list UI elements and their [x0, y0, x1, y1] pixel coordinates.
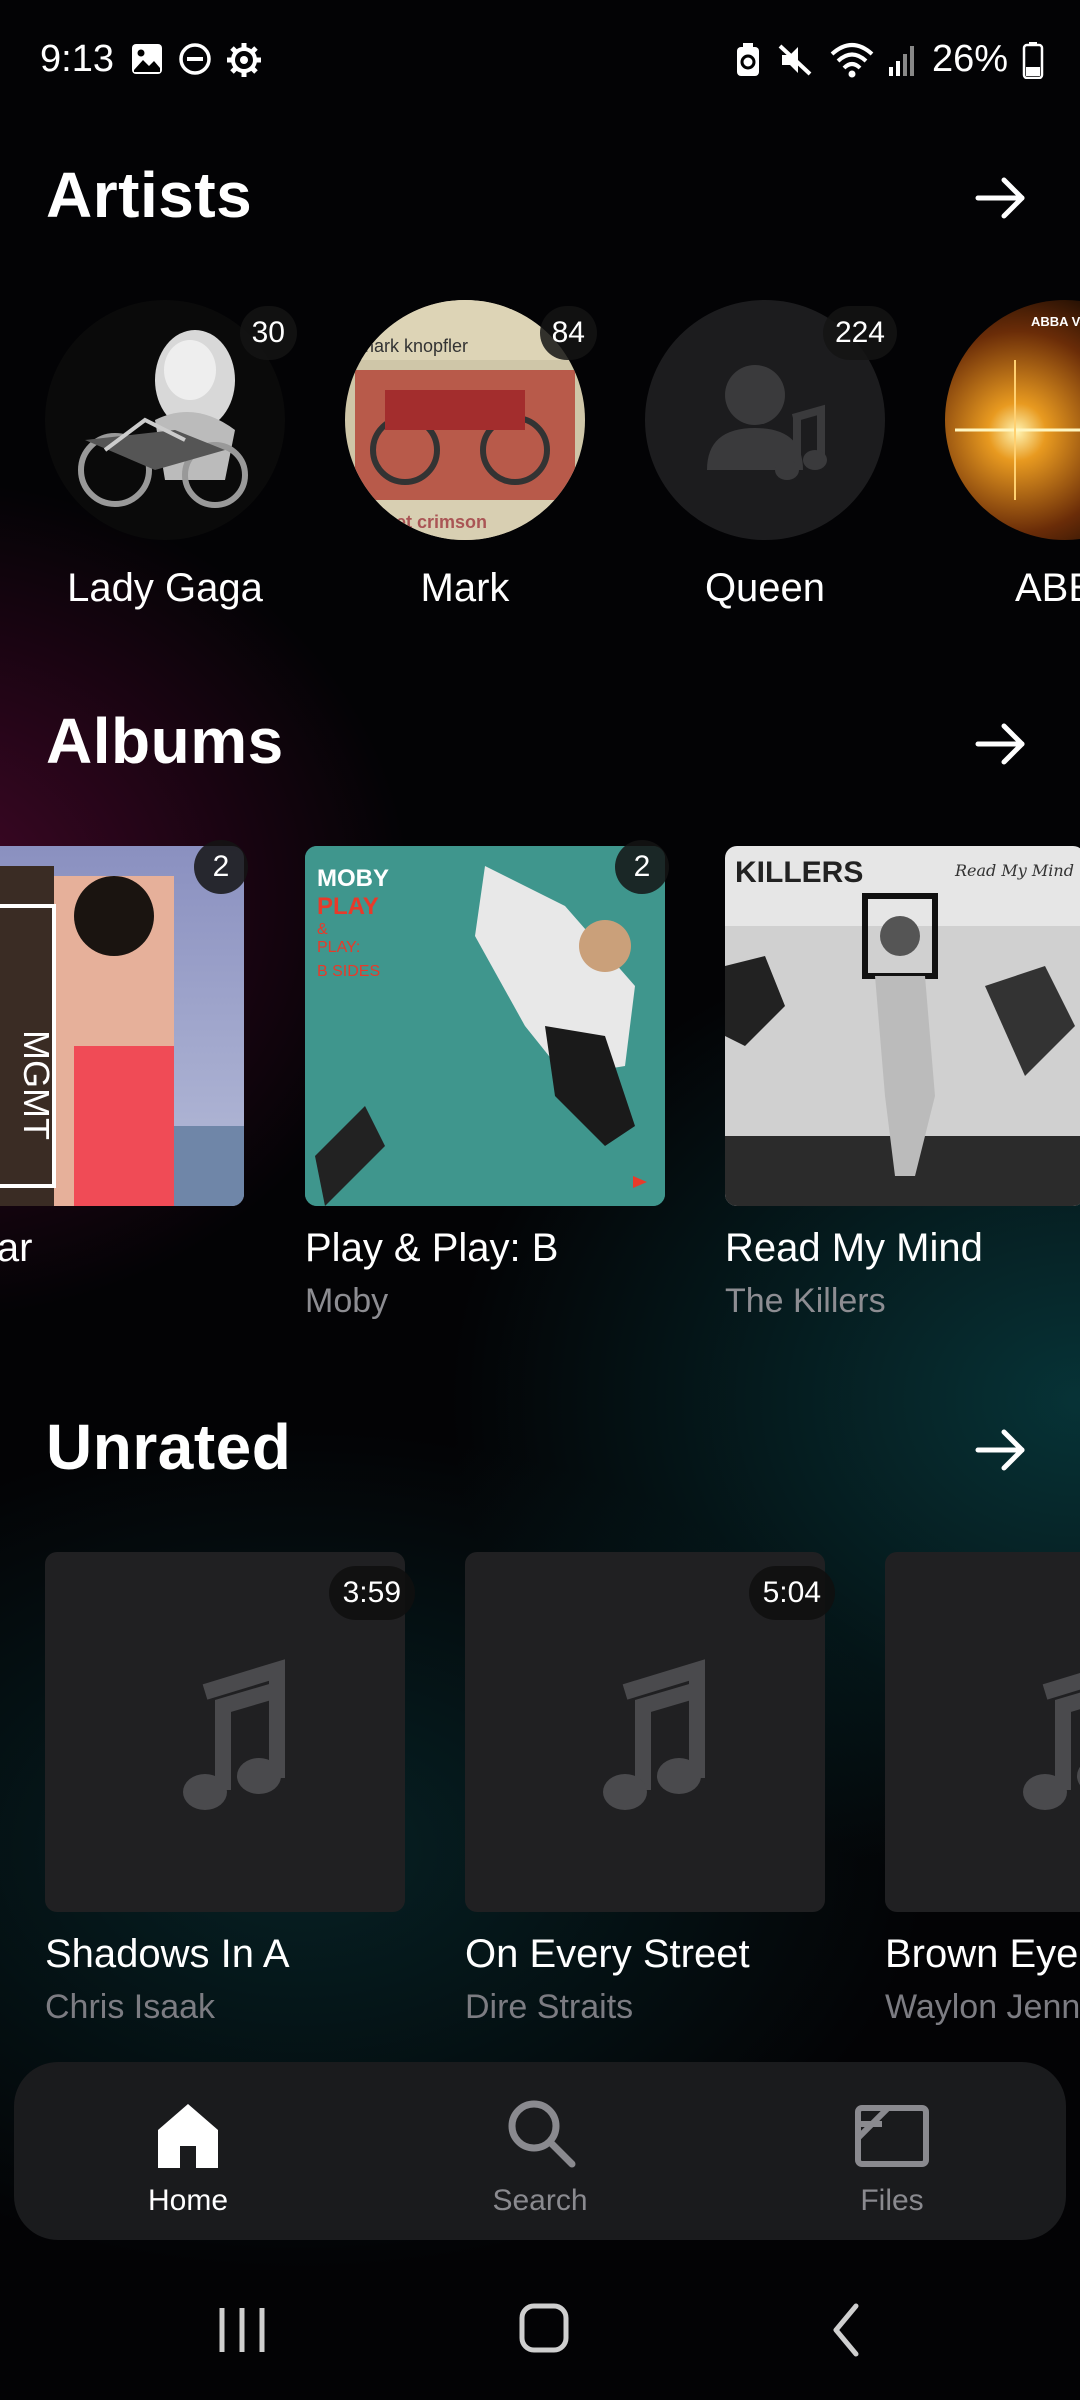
signal-icon — [888, 45, 914, 76]
wifi-icon — [830, 42, 874, 77]
album-count-badge: 2 — [194, 840, 248, 894]
gallery-icon — [132, 44, 162, 74]
artist-avatar-abba: ABBA Voy — [945, 300, 1080, 540]
album-title: Play & Play: B — [305, 1226, 559, 1270]
album-artist: Moby — [305, 1282, 389, 1320]
albums-section-header: Albums — [46, 704, 1034, 784]
artist-count-badge: 224 — [822, 306, 897, 360]
albums-title: Albums — [46, 705, 284, 777]
artists-see-all-arrow-icon[interactable] — [970, 166, 1034, 230]
system-nav-bar — [0, 2260, 1080, 2400]
album-title: Read My Mind — [725, 1226, 983, 1270]
artist-name: Lady Gaga — [67, 566, 263, 610]
album-art-moby: MOBY PLAY & PLAY: B SIDES — [305, 846, 665, 1206]
status-time: 9:13 — [40, 38, 114, 80]
track-artist: Dire Straits — [465, 1988, 634, 2026]
album-artist: The Killers — [725, 1282, 886, 1320]
duration-badge: 5:04 — [748, 1566, 835, 1620]
back-icon[interactable] — [806, 2300, 886, 2360]
unrated-title: Unrated — [46, 1411, 292, 1483]
track-artist: Chris Isaak — [45, 1988, 216, 2026]
status-icons-right: 26% — [734, 38, 1044, 81]
track-artist: Waylon Jenn — [885, 1988, 1080, 2026]
mgmt-art-text: MGMT — [16, 1030, 57, 1140]
moby-play-text: PLAY — [317, 893, 379, 920]
track-title: Brown Eye — [885, 1932, 1079, 1976]
killers-brand-text: KILLERS — [735, 856, 863, 889]
artist-count-badge: 84 — [539, 306, 597, 360]
battery-icon — [1022, 41, 1044, 79]
abba-art-text: ABBA Voy — [1031, 314, 1080, 329]
home-icon — [158, 2104, 218, 2168]
nav-files[interactable]: Files — [792, 2062, 992, 2240]
status-bar: 9:13 26% — [0, 0, 1080, 120]
album-art-killers: KILLERS Read My Mind — [725, 846, 1080, 1206]
status-icons-left — [130, 42, 262, 78]
album-art-mgmt: MGMT — [0, 846, 244, 1206]
moby-play2-text: PLAY: — [317, 939, 360, 956]
track-art-placeholder — [885, 1552, 1080, 1912]
nav-home-label: Home — [147, 2184, 229, 2217]
home-button-icon[interactable] — [504, 2300, 584, 2360]
dnd-icon — [179, 43, 211, 75]
moby-bsides-text: B SIDES — [317, 963, 380, 980]
artist-name: ABE — [1015, 566, 1080, 610]
battery-saver-icon — [736, 42, 759, 76]
artists-title: Artists — [46, 159, 253, 231]
track-title: On Every Street — [465, 1932, 750, 1976]
search-icon — [508, 2100, 576, 2168]
bottom-nav: Home Search Files — [14, 2062, 1066, 2240]
nav-home[interactable]: Home — [88, 2062, 288, 2240]
duration-badge: 3:59 — [328, 1566, 415, 1620]
battery-percent: 26% — [931, 38, 1008, 80]
nav-files-label: Files — [860, 2184, 924, 2217]
artist-count-badge: 30 — [239, 306, 297, 360]
unrated-section-header: Unrated — [46, 1410, 1034, 1490]
albums-see-all-arrow-icon[interactable] — [970, 712, 1034, 776]
music-note-icon — [1023, 1672, 1080, 1810]
artist-name: Mark — [420, 566, 510, 610]
app-screen: 9:13 26% Artists 30 Lady Gaga mark knopf… — [0, 0, 1080, 2400]
album-count-badge: 2 — [615, 840, 669, 894]
killers-script-text: Read My Mind — [954, 861, 1074, 880]
moby-brand-text: MOBY — [317, 865, 389, 892]
track-title: Shadows In A — [45, 1932, 290, 1976]
files-icon — [855, 2105, 929, 2167]
artists-section-header: Artists — [46, 158, 1034, 238]
knopfler-art-text: mark knopfler — [359, 336, 468, 356]
artist-name: Queen — [704, 566, 826, 610]
unrated-see-all-arrow-icon[interactable] — [970, 1418, 1034, 1482]
nav-search-label: Search — [492, 2184, 588, 2217]
mute-icon — [778, 44, 812, 75]
recent-apps-icon[interactable] — [202, 2300, 282, 2360]
crimson-art-text: get crimson — [385, 512, 487, 532]
settings-gear-icon — [227, 43, 261, 77]
nav-search[interactable]: Search — [440, 2062, 640, 2240]
album-title: lar — [0, 1226, 33, 1270]
moby-amp-text: & — [317, 921, 328, 938]
